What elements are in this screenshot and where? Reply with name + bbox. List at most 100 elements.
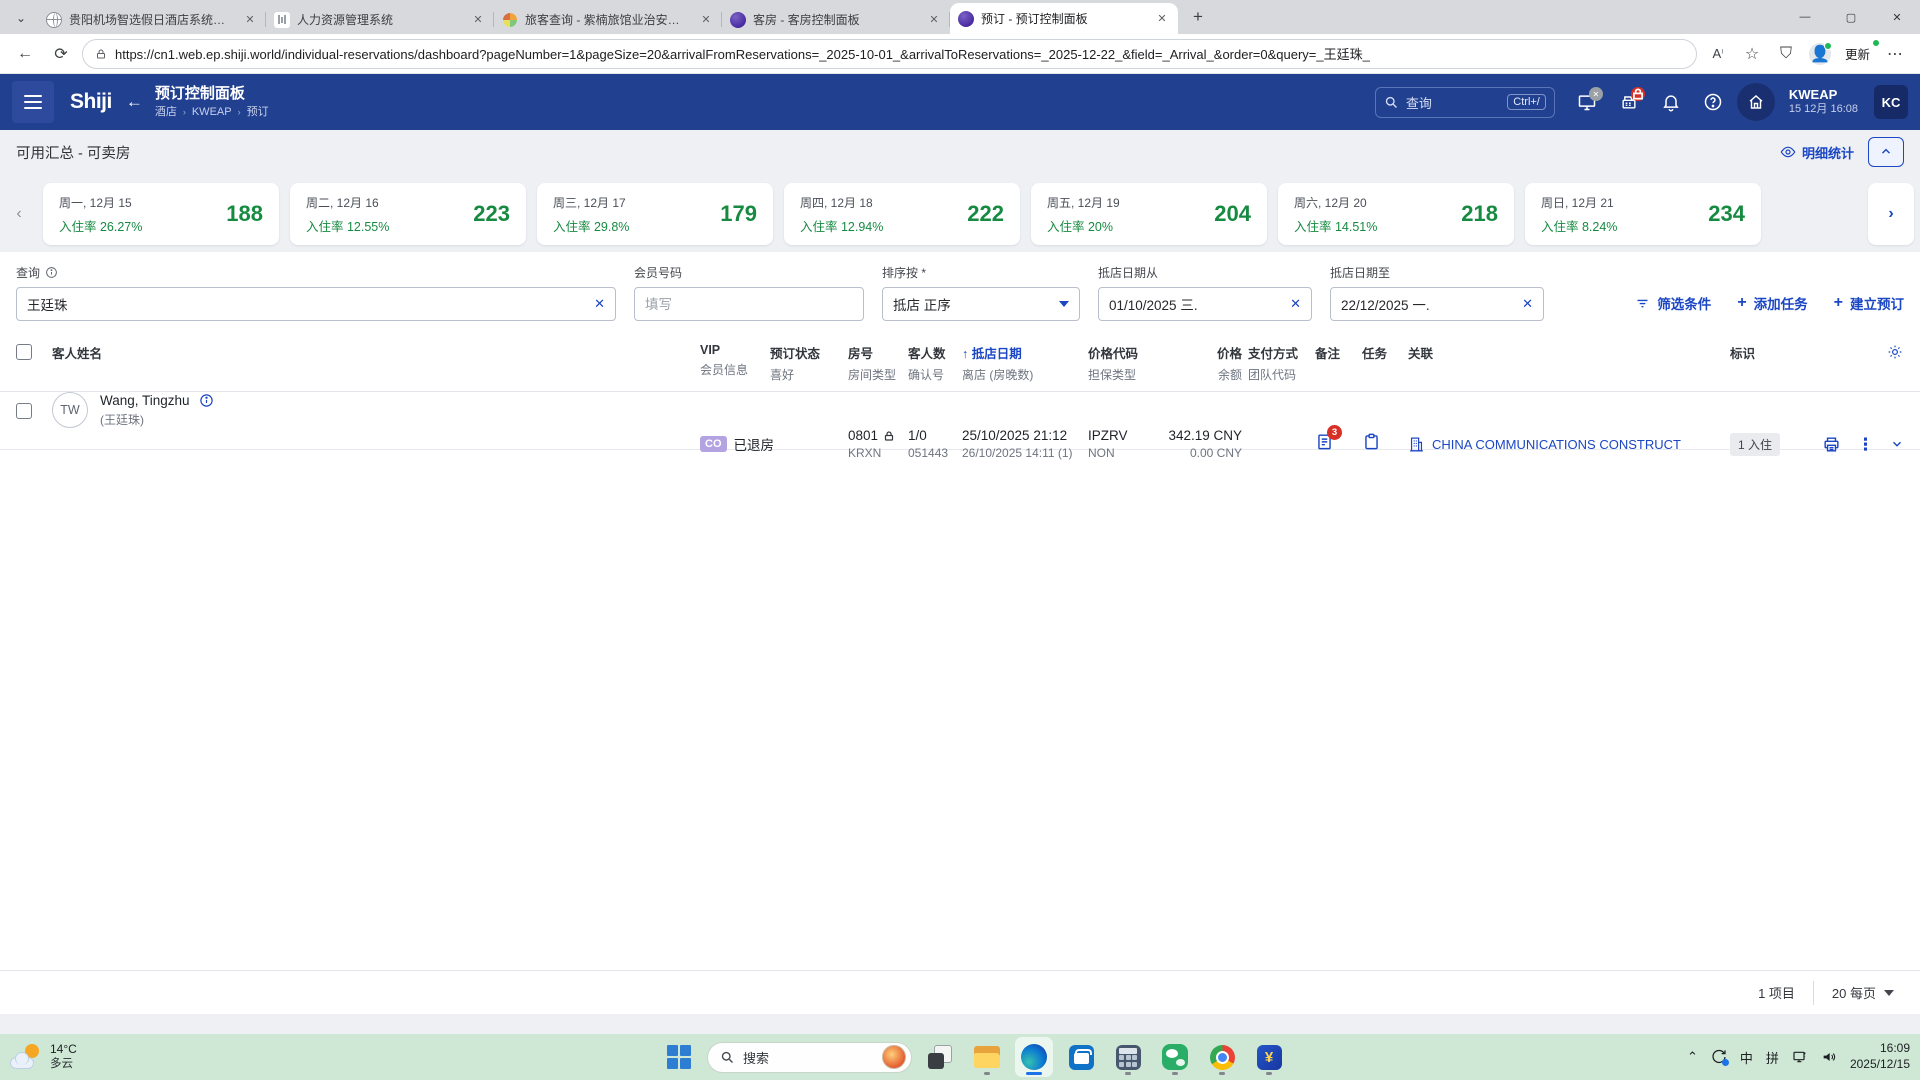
sort-select[interactable]: 抵店 正序 <box>882 287 1080 321</box>
chrome-button[interactable] <box>1203 1037 1241 1077</box>
reservation-row[interactable]: TW Wang, Tingzhu (王廷珠) CO <box>0 392 1920 450</box>
network-icon[interactable] <box>1792 1049 1808 1065</box>
create-reservation-button[interactable]: + 建立预订 <box>1834 293 1904 313</box>
browser-tab-active[interactable]: 预订 - 预订控制面板 ✕ <box>950 3 1178 34</box>
arrival-to-input[interactable]: 22/12/2025 一. ✕ <box>1330 287 1544 321</box>
weather-widget[interactable]: 14°C 多云 <box>10 1042 77 1071</box>
clear-arrival-to-icon[interactable]: ✕ <box>1514 296 1533 312</box>
row-checkbox[interactable] <box>16 403 32 419</box>
browser-tab-3[interactable]: 旅客查询 - 紫楠旅馆业治安信息管 ✕ <box>494 5 722 34</box>
ime-pinyin-indicator[interactable]: 拼 <box>1766 1048 1779 1067</box>
shiji-logo[interactable]: Shiji <box>70 90 112 114</box>
availability-card[interactable]: 周四, 12月 18入住率 12.94% 222 <box>784 183 1020 245</box>
read-aloud-icon[interactable]: A⁾ <box>1703 39 1733 69</box>
minimize-button[interactable]: — <box>1782 0 1828 34</box>
notes-icon[interactable]: 3 <box>1315 432 1334 451</box>
ime-language-indicator[interactable]: 中 <box>1740 1048 1753 1067</box>
table-settings-gear-icon[interactable] <box>1886 343 1904 361</box>
favorites-bar-icon[interactable]: ⛉ <box>1771 39 1801 69</box>
availability-card[interactable]: 周三, 12月 17入住率 29.8% 179 <box>537 183 773 245</box>
taskbar-search[interactable]: 搜索 <box>707 1042 912 1073</box>
breadcrumb-hotel[interactable]: 酒店 <box>155 106 177 120</box>
new-tab-button[interactable]: + <box>1184 3 1212 31</box>
property-switcher[interactable]: KWEAP 15 12月 16:08 <box>1789 87 1858 117</box>
clear-query-icon[interactable]: ✕ <box>586 296 605 312</box>
edge-button[interactable] <box>1015 1037 1053 1077</box>
help-icon[interactable] <box>1695 85 1731 119</box>
carousel-next-icon[interactable]: › <box>1868 183 1914 245</box>
carousel-prev-icon[interactable]: ‹ <box>6 205 32 223</box>
task-clipboard-icon[interactable] <box>1362 432 1381 451</box>
back-arrow-icon[interactable]: ← <box>126 92 143 112</box>
tab-close-icon[interactable]: ✕ <box>242 12 258 28</box>
back-icon[interactable]: ← <box>10 39 40 69</box>
user-avatar[interactable]: KC <box>1874 85 1908 119</box>
main-menu-icon[interactable] <box>12 81 54 123</box>
task-cell <box>1362 432 1408 456</box>
store-button[interactable] <box>1062 1037 1100 1077</box>
arrival-from-input[interactable]: 01/10/2025 三. ✕ <box>1098 287 1312 321</box>
maximize-button[interactable]: ▢ <box>1828 0 1874 34</box>
favorite-star-icon[interactable]: ☆ <box>1737 39 1767 69</box>
availability-card[interactable]: 周二, 12月 16入住率 12.55% 223 <box>290 183 526 245</box>
calculator-button[interactable] <box>1109 1037 1147 1077</box>
tab-search-icon[interactable]: ⌄ <box>8 5 34 31</box>
cashier-icon[interactable] <box>1611 85 1647 119</box>
availability-card[interactable]: 周六, 12月 20入住率 14.51% 218 <box>1278 183 1514 245</box>
profile-avatar[interactable]: 👤 <box>1805 39 1835 69</box>
wechat-button[interactable] <box>1156 1037 1194 1077</box>
breadcrumb-page[interactable]: 预订 <box>247 106 269 120</box>
close-window-button[interactable]: ✕ <box>1874 0 1920 34</box>
browser-update-button[interactable]: 更新 <box>1839 44 1876 63</box>
column-arrival-sort[interactable]: ↑ 抵店日期离店 (房晚数) <box>962 343 1088 383</box>
tab-close-icon[interactable]: ✕ <box>470 12 486 28</box>
card-count: 222 <box>967 201 1004 227</box>
global-search-input[interactable]: 查询 Ctrl+/ <box>1375 87 1555 118</box>
query-input[interactable] <box>27 297 586 312</box>
filter-conditions-button[interactable]: 筛选条件 <box>1635 293 1711 313</box>
finance-app-button[interactable]: ¥ <box>1250 1037 1288 1077</box>
arrival-to-label: 抵店日期至 <box>1330 264 1544 281</box>
file-explorer-button[interactable] <box>968 1037 1006 1077</box>
availability-card[interactable]: 周一, 12月 15入住率 26.27% 188 <box>43 183 279 245</box>
row-expand-chevron-icon[interactable] <box>1890 437 1904 451</box>
refresh-icon[interactable]: ⟳ <box>46 39 76 69</box>
volume-icon[interactable] <box>1821 1049 1837 1065</box>
company-link[interactable]: CHINA COMMUNICATIONS CONSTRUCT <box>1408 436 1730 453</box>
address-bar[interactable]: https://cn1.web.ep.shiji.world/individua… <box>82 39 1697 69</box>
availability-card[interactable]: 周日, 12月 21入住率 8.24% 234 <box>1525 183 1761 245</box>
print-registration-icon[interactable] <box>1822 435 1841 454</box>
task-view-button[interactable] <box>921 1037 959 1077</box>
breadcrumb-property[interactable]: KWEAP <box>192 106 232 120</box>
start-button[interactable] <box>660 1037 698 1077</box>
browser-tab-4[interactable]: 客房 - 客房控制面板 ✕ <box>722 5 950 34</box>
availability-card[interactable]: 周五, 12月 19入住率 20% 204 <box>1031 183 1267 245</box>
task-view-icon <box>928 1045 952 1069</box>
collapse-availability-button[interactable] <box>1868 137 1904 167</box>
tab-close-icon[interactable]: ✕ <box>1154 11 1170 27</box>
select-all-checkbox[interactable] <box>16 344 32 360</box>
tab-close-icon[interactable]: ✕ <box>926 12 942 28</box>
clear-arrival-from-icon[interactable]: ✕ <box>1282 296 1301 312</box>
hidden-icons-chevron-icon[interactable]: ⌃ <box>1687 1049 1698 1065</box>
guest-info-icon[interactable] <box>199 393 214 408</box>
guest-name: Wang, Tingzhu <box>100 393 190 408</box>
sync-icon[interactable] <box>1711 1049 1727 1065</box>
home-icon[interactable] <box>1737 83 1775 121</box>
add-task-button[interactable]: + 添加任务 <box>1737 293 1807 313</box>
browser-tab-1[interactable]: 贵阳机场智选假日酒店系统网址导 ✕ <box>38 5 266 34</box>
https-lock-icon[interactable] <box>95 48 107 60</box>
browser-menu-icon[interactable]: ⋯ <box>1880 39 1910 69</box>
notifications-bell-icon[interactable] <box>1653 85 1689 119</box>
room-type: KRXN <box>848 446 908 460</box>
row-menu-kebab-icon[interactable]: ⋮ <box>1857 436 1874 453</box>
tab-close-icon[interactable]: ✕ <box>698 12 714 28</box>
column-tasks: 任务 <box>1362 343 1408 383</box>
member-number-input[interactable] <box>645 297 853 312</box>
detail-stats-link[interactable]: 明细统计 <box>1780 143 1854 162</box>
per-page-select[interactable]: 20 每页 <box>1832 983 1894 1002</box>
browser-tab-2[interactable]: 人力资源管理系统 ✕ <box>266 5 494 34</box>
workstation-icon[interactable]: ✕ <box>1569 85 1605 119</box>
taskbar-clock[interactable]: 16:09 2025/12/15 <box>1850 1041 1910 1072</box>
globe-favicon-icon <box>46 12 62 28</box>
